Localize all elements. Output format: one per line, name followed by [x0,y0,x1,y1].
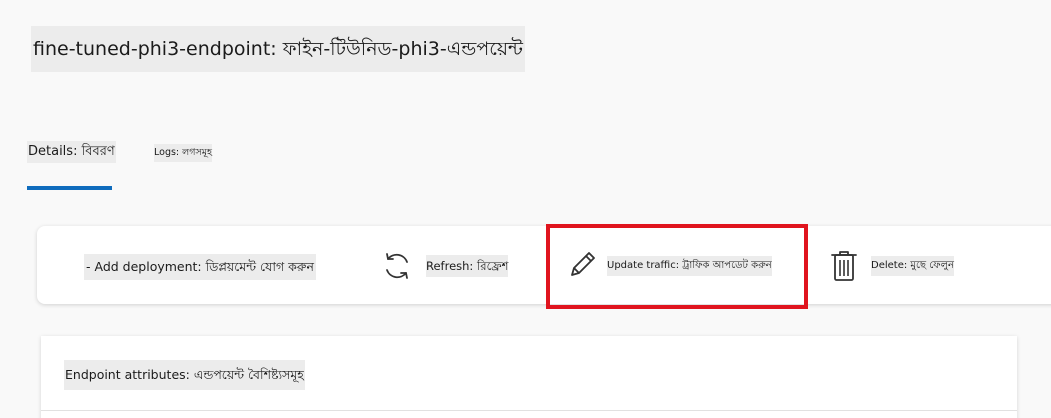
delete-button[interactable]: Delete: মুছে ফেলুন [871,256,954,276]
update-traffic-button[interactable]: Update traffic: ট্রাফিক আপডেট করুন [547,226,803,304]
selected-tab-indicator [27,186,112,190]
page-title: fine-tuned-phi3-endpoint: ফাইন-টিউনিড-ph… [31,26,526,72]
add-deployment-button[interactable]: - Add deployment: ডিপ্লয়মেন্ট যোগ করুন [84,254,316,280]
tab-logs[interactable]: Logs: লগসমূহ [154,144,212,162]
endpoint-attributes-card: Endpoint attributes: এন্ডপয়েন্ট বৈশিষ্ট… [41,336,1017,418]
endpoint-toolbar: - Add deployment: ডিপ্লয়মেন্ট যোগ করুন … [37,226,1051,304]
trash-icon[interactable] [828,248,860,284]
refresh-icon[interactable] [380,249,414,283]
tab-details[interactable]: Details: বিবরণ [27,141,116,163]
attributes-divider [41,410,1017,411]
update-traffic-label: Update traffic: ট্রাফিক আপডেট করুন [607,256,772,276]
endpoint-attributes-title: Endpoint attributes: এন্ডপয়েন্ট বৈশিষ্ট… [64,360,305,390]
refresh-button[interactable]: Refresh: রিফ্রেশ [426,255,509,277]
endpoint-page: fine-tuned-phi3-endpoint: ফাইন-টিউনিড-ph… [0,0,1051,418]
pencil-icon [571,252,595,276]
